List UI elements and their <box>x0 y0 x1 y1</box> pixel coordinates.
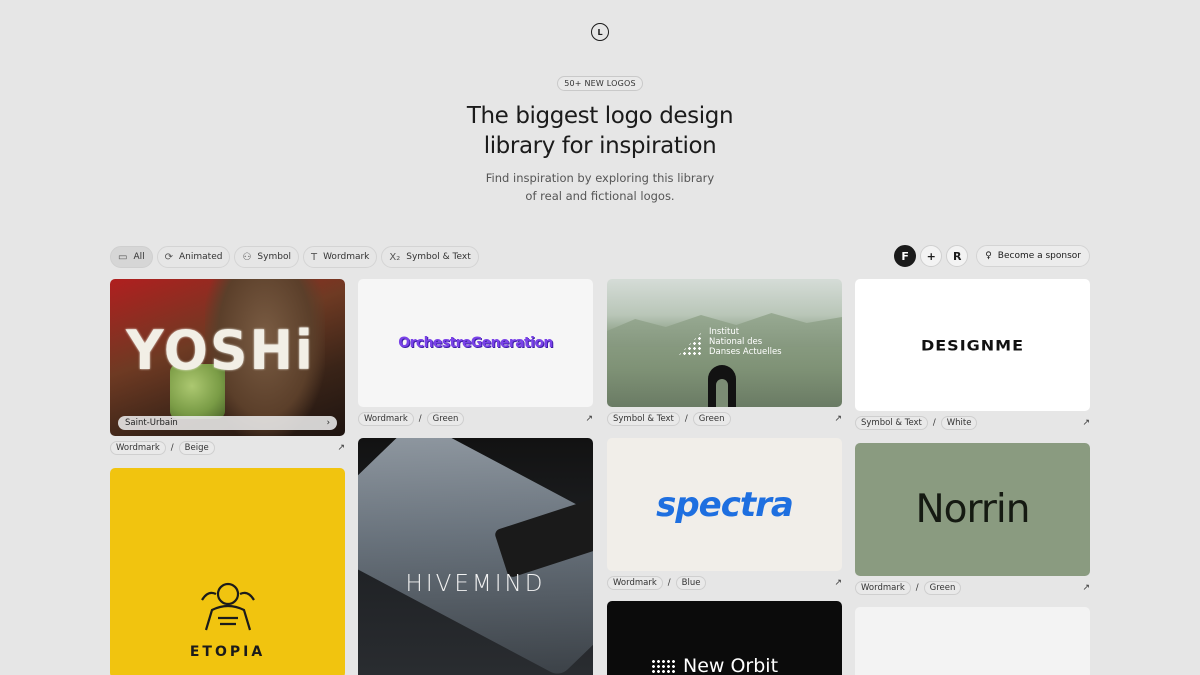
open-arrow-icon[interactable]: ↗ <box>1082 418 1090 428</box>
color-tag[interactable]: Green <box>426 412 465 426</box>
separator: / <box>418 414 422 424</box>
logo-card-yoshi[interactable]: YOSHi Saint-Urbain › <box>110 279 345 436</box>
filter-bar: ▭ All ⟳ Animated ⚇ Symbol T Wordmark X₂ … <box>110 246 479 268</box>
site-logo[interactable]: L <box>591 23 609 41</box>
logo-card-designme[interactable]: DESIGNME <box>855 279 1090 411</box>
filter-symbol[interactable]: ⚇ Symbol <box>234 246 299 268</box>
lion-emblem-icon <box>201 582 255 631</box>
new-orbit-logo: New Orbit <box>651 655 778 675</box>
site-logo-letter: L <box>597 27 603 37</box>
become-sponsor-button[interactable]: ♀ Become a sponsor <box>976 245 1090 267</box>
logo-card-hivemind[interactable]: HIVEMIND <box>358 438 593 675</box>
gallery-column-3: Institut National des Danses Actuelles S… <box>607 279 842 675</box>
filter-animated[interactable]: ⟳ Animated <box>156 246 231 268</box>
separator: / <box>170 443 174 453</box>
new-logos-badge: 50+ NEW LOGOS <box>557 76 643 91</box>
subtitle-line-2: of real and fictional logos. <box>525 189 675 203</box>
open-arrow-icon[interactable]: ↗ <box>1082 583 1090 593</box>
framer-button[interactable]: F <box>894 245 917 267</box>
card-caption[interactable]: Saint-Urbain › <box>118 416 337 430</box>
institut-line-1: Institut <box>709 327 740 337</box>
open-arrow-icon[interactable]: ↗ <box>337 443 345 453</box>
shapes-icon: ⚇ <box>242 251 252 263</box>
type-tag[interactable]: Wordmark <box>358 412 414 426</box>
type-tag[interactable]: Wordmark <box>607 576 663 590</box>
new-orbit-wordmark: New Orbit <box>683 655 779 675</box>
open-arrow-icon[interactable]: ↗ <box>834 414 842 424</box>
toolbar-right: F + R ♀ Become a sponsor <box>894 245 1090 267</box>
filter-label: Animated <box>179 252 223 262</box>
separator: / <box>932 418 936 428</box>
card-meta: Wordmark / Beige ↗ <box>110 436 345 460</box>
gallery-column-4: DESIGNME Symbol & Text / White ↗ Norrin … <box>855 279 1090 675</box>
open-arrow-icon[interactable]: ↗ <box>834 578 842 588</box>
filter-label: All <box>133 252 145 262</box>
type-tag[interactable]: Wordmark <box>110 441 166 455</box>
filter-symbol-text[interactable]: X₂ Symbol & Text <box>381 246 479 268</box>
figma-button[interactable]: + <box>920 245 943 267</box>
title-line-2: library for inspiration <box>483 133 717 159</box>
logo-card-etopia[interactable]: ETOPIA <box>110 468 345 675</box>
filter-wordmark[interactable]: T Wordmark <box>302 246 378 268</box>
type-tag[interactable]: Symbol & Text <box>607 412 680 426</box>
card-meta: Wordmark / Blue ↗ <box>607 571 842 595</box>
resource-icon: R <box>952 249 962 263</box>
hero-subtitle: Find inspiration by exploring this libra… <box>0 169 1200 205</box>
figma-icon: + <box>926 249 936 263</box>
card-meta: Wordmark / Green ↗ <box>358 407 593 431</box>
card-meta: Symbol & Text / Green ↗ <box>607 407 842 431</box>
institut-line-3: Danses Actuelles <box>709 347 782 357</box>
separator: / <box>667 578 671 588</box>
orbit-dots-icon <box>651 659 677 673</box>
logo-card-new-orbit[interactable]: New Orbit <box>607 601 842 675</box>
institut-wordmark: Institut National des Danses Actuelles <box>709 327 782 357</box>
logo-card-norrin[interactable]: Norrin <box>855 443 1090 576</box>
open-arrow-icon[interactable]: ↗ <box>585 414 593 424</box>
norrin-wordmark: Norrin <box>915 487 1031 532</box>
gallery-column-2: OrchestreGeneration Wordmark / Green ↗ H… <box>358 279 593 675</box>
title-line-1: The biggest logo design <box>466 103 734 129</box>
page-title: The biggest logo design library for insp… <box>0 101 1200 161</box>
color-tag[interactable]: Green <box>692 412 731 426</box>
logo-card-next[interactable] <box>855 607 1090 675</box>
orchestre-wordmark: OrchestreGeneration <box>398 335 553 351</box>
hero: 50+ NEW LOGOS The biggest logo design li… <box>0 71 1200 205</box>
logo-card-spectra[interactable]: spectra <box>607 438 842 571</box>
yoshi-wordmark: YOSHi <box>126 319 315 383</box>
framer-icon: F <box>901 249 909 263</box>
resource-button[interactable]: R <box>946 245 969 267</box>
logo-card-institut[interactable]: Institut National des Danses Actuelles <box>607 279 842 407</box>
lightbulb-icon: ♀ <box>985 251 992 261</box>
filter-label: Symbol & Text <box>406 252 471 262</box>
subtitle-line-1: Find inspiration by exploring this libra… <box>485 171 715 185</box>
institut-line-2: National des <box>709 337 763 347</box>
etopia-wordmark: ETOPIA <box>189 644 266 660</box>
filter-label: Wordmark <box>323 252 370 262</box>
subscript-icon: X₂ <box>389 251 401 263</box>
logo-card-orchestre[interactable]: OrchestreGeneration <box>358 279 593 407</box>
separator: / <box>684 414 688 424</box>
folder-icon: ▭ <box>118 251 128 263</box>
caption-text: Saint-Urbain <box>125 418 178 428</box>
separator: / <box>915 583 919 593</box>
color-tag[interactable]: Beige <box>178 441 215 455</box>
color-tag[interactable]: White <box>940 416 978 430</box>
type-tag[interactable]: Wordmark <box>855 581 911 595</box>
gallery-column-1: YOSHi Saint-Urbain › Wordmark / Beige ↗ … <box>110 279 345 675</box>
refresh-icon: ⟳ <box>164 251 174 263</box>
designme-wordmark: DESIGNME <box>920 336 1025 354</box>
arch-structure <box>708 365 736 407</box>
color-tag[interactable]: Blue <box>675 576 707 590</box>
type-icon: T <box>310 251 318 263</box>
spectra-wordmark: spectra <box>656 484 794 525</box>
color-tag[interactable]: Green <box>923 581 962 595</box>
chevron-right-icon: › <box>326 418 330 428</box>
hivemind-wordmark: HIVEMIND <box>405 571 546 597</box>
filter-label: Symbol <box>257 252 291 262</box>
card-meta: Symbol & Text / White ↗ <box>855 411 1090 435</box>
filter-all[interactable]: ▭ All <box>110 246 153 268</box>
card-meta: Wordmark / Green ↗ <box>855 576 1090 600</box>
type-tag[interactable]: Symbol & Text <box>855 416 928 430</box>
sponsor-label: Become a sponsor <box>997 251 1081 261</box>
